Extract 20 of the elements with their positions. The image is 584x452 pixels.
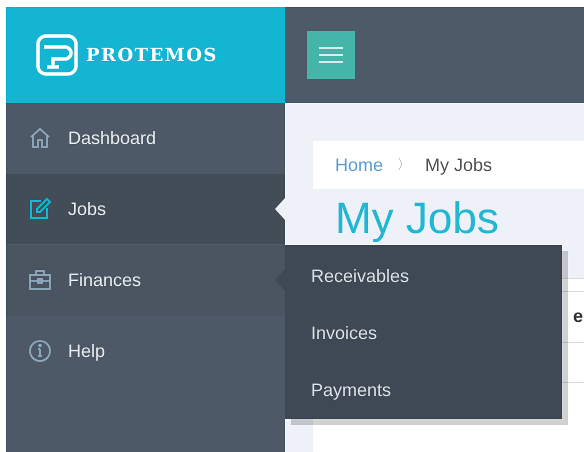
submenu-item[interactable]: Payments [285, 362, 562, 419]
submenu-item[interactable]: Invoices [285, 305, 562, 362]
submenu-item[interactable]: Receivables [285, 248, 562, 305]
info-icon [28, 339, 52, 363]
edit-icon [28, 197, 52, 221]
breadcrumb-separator: 〉 [397, 156, 412, 174]
sidebar-item-label: Finances [68, 270, 142, 290]
menu-icon [319, 47, 343, 63]
logo-icon [35, 33, 79, 77]
page-title: My Jobs [335, 193, 500, 245]
logo-text: PROTEMOS [86, 44, 218, 66]
sidebar-item-label: Help [68, 340, 106, 362]
breadcrumb-current: My Jobs [425, 154, 492, 176]
sidebar-item-label: Dashboard [68, 128, 156, 148]
home-icon [28, 126, 52, 150]
sidebar-item[interactable]: Finances [6, 245, 285, 316]
briefcase-icon [28, 268, 52, 292]
sidebar-item[interactable]: Jobs [6, 174, 285, 245]
menu-button[interactable] [307, 31, 355, 79]
sidebar-item-label: Jobs [68, 198, 106, 220]
